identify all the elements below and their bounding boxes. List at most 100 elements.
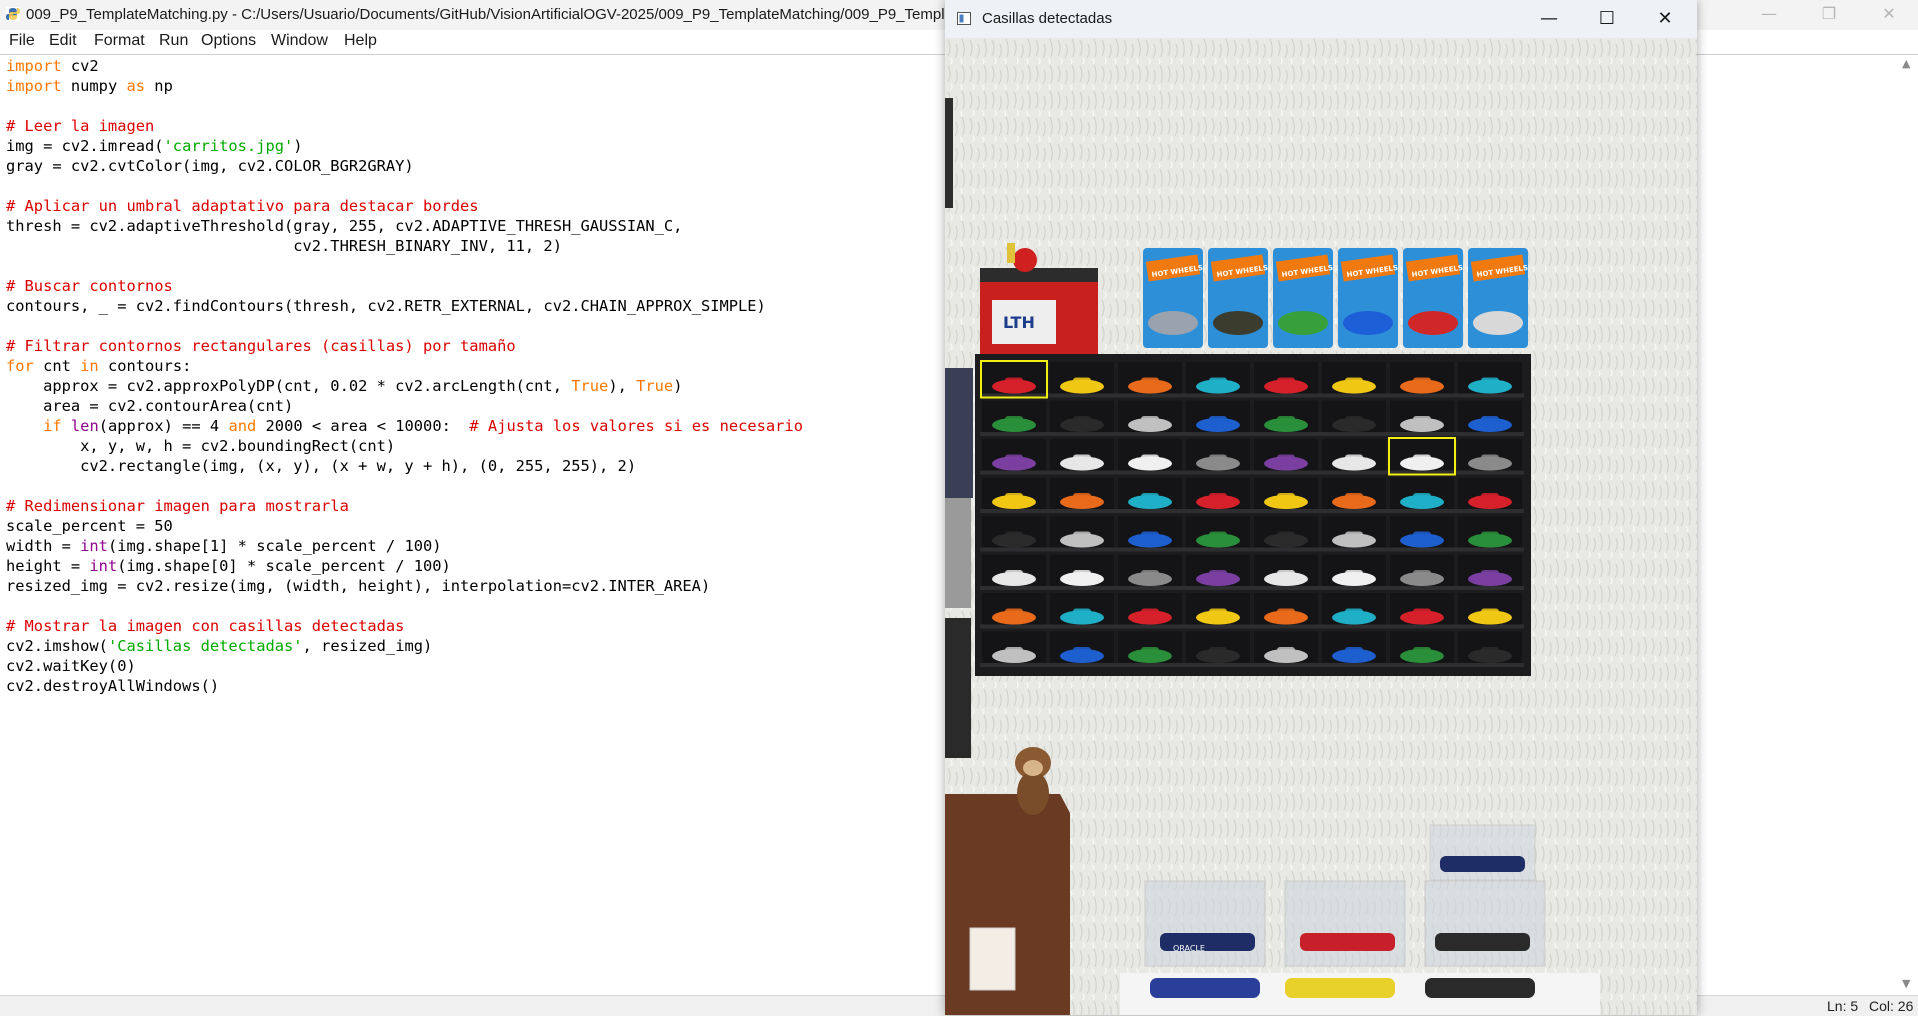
code-line[interactable]: # Buscar contornos (6, 276, 946, 296)
shelf-ledge (1048, 663, 1116, 667)
monkey-plush (1015, 747, 1051, 815)
toy-car-roof (1073, 377, 1091, 384)
hw-pack-car (1213, 311, 1263, 335)
vertical-scrollbar[interactable]: ▲ ▼ (1898, 55, 1918, 995)
toy-car-roof (1277, 377, 1295, 384)
toy-car-roof (1481, 570, 1499, 576)
toy-car-roof (1209, 454, 1227, 461)
cv-close-icon[interactable]: ✕ (1636, 0, 1694, 38)
cv-maximize-icon[interactable]: ☐ (1578, 0, 1636, 38)
code-line[interactable] (6, 96, 946, 116)
code-line[interactable]: approx = cv2.approxPolyDP(cnt, 0.02 * cv… (6, 376, 946, 396)
code-line[interactable]: # Aplicar un umbral adaptativo para dest… (6, 196, 946, 216)
code-line[interactable]: # Filtrar contornos rectangulares (casil… (6, 336, 946, 356)
code-line[interactable]: # Mostrar la imagen con casillas detecta… (6, 616, 946, 636)
code-line[interactable]: scale_percent = 50 (6, 516, 946, 536)
code-token: 2000 < area < 10000: (256, 417, 470, 435)
code-token: x, y, w, h = cv2.boundingRect(cnt) (6, 437, 396, 455)
shelf-ledge (1456, 470, 1524, 475)
toy-car-roof (1277, 608, 1295, 615)
cv-minimize-icon[interactable]: — (1520, 0, 1578, 38)
code-line[interactable]: width = int(img.shape[1] * scale_percent… (6, 536, 946, 556)
code-token: 'carritos.jpg' (163, 137, 294, 155)
menu-help[interactable]: Help (344, 32, 377, 50)
shelf-ledge (1320, 470, 1388, 475)
code-line[interactable] (6, 596, 946, 616)
code-token: int (89, 557, 118, 575)
shelf-ledge (1456, 509, 1524, 513)
menu-file[interactable]: File (9, 32, 35, 50)
code-line[interactable] (6, 176, 946, 196)
code-line[interactable]: import cv2 (6, 56, 946, 76)
menu-edit[interactable]: Edit (49, 32, 77, 50)
toy-car-roof (1481, 647, 1499, 653)
hw-pack-car (1148, 311, 1198, 335)
code-token: (img.shape[0] * scale_percent / 100) (117, 557, 451, 575)
toy-car-roof (1005, 377, 1023, 384)
code-token: contours: (98, 357, 192, 375)
code-token: and (228, 417, 257, 435)
code-line[interactable]: for cnt in contours: (6, 356, 946, 376)
code-line[interactable]: cv2.waitKey(0) (6, 656, 946, 676)
menu-format[interactable]: Format (94, 32, 145, 50)
window-app-icon (957, 12, 971, 25)
code-line[interactable]: height = int(img.shape[0] * scale_percen… (6, 556, 946, 576)
code-editor[interactable]: import cv2 import numpy as np # Leer la i… (6, 56, 946, 996)
shelf-ledge (980, 547, 1048, 552)
code-line[interactable]: # Leer la imagen (6, 116, 946, 136)
shelf-ledge (1048, 470, 1116, 475)
code-line[interactable]: area = cv2.contourArea(cnt) (6, 396, 946, 416)
menu-window[interactable]: Window (271, 32, 328, 50)
code-line[interactable] (6, 256, 946, 276)
code-line[interactable]: thresh = cv2.adaptiveThreshold(gray, 255… (6, 216, 946, 236)
menu-options[interactable]: Options (201, 32, 256, 50)
code-line[interactable]: img = cv2.imread('carritos.jpg') (6, 136, 946, 156)
status-column: Col: 26 (1869, 998, 1914, 1014)
shelf-ledge (1252, 663, 1320, 667)
toy-car-roof (1345, 531, 1363, 538)
code-line[interactable]: resized_img = cv2.resize(img, (width, he… (6, 576, 946, 596)
code-token: , resized_img) (302, 637, 433, 655)
cv-titlebar[interactable]: Casillas detectadas — ☐ ✕ (945, 0, 1697, 38)
code-line[interactable]: x, y, w, h = cv2.boundingRect(cnt) (6, 436, 946, 456)
scroll-down-icon[interactable]: ▼ (1902, 977, 1910, 990)
shelf-ledge (1048, 393, 1116, 398)
scroll-up-icon[interactable]: ▲ (1902, 57, 1910, 70)
code-token: contours, _ = cv2.findContours(thresh, c… (6, 297, 766, 315)
code-line[interactable] (6, 316, 946, 336)
code-token: cv2 (61, 57, 99, 75)
close-icon[interactable]: ✕ (1860, 0, 1918, 30)
code-line[interactable] (6, 476, 946, 496)
toy-car-roof (1345, 570, 1363, 576)
restore-icon[interactable]: ❐ (1800, 0, 1858, 30)
menu-run[interactable]: Run (159, 32, 188, 50)
code-line[interactable]: # Redimensionar imagen para mostrarla (6, 496, 946, 516)
code-token: import (6, 77, 62, 95)
toy-car-roof (1413, 531, 1431, 538)
code-token: gray = cv2.cvtColor(img, cv2.COLOR_BGR2G… (6, 157, 414, 175)
code-line[interactable]: cv2.THRESH_BINARY_INV, 11, 2) (6, 236, 946, 256)
shelf-ledge (1456, 663, 1524, 667)
code-line[interactable]: import numpy as np (6, 76, 946, 96)
toy-car-roof (1345, 377, 1363, 384)
code-token: # Leer la imagen (6, 117, 155, 135)
shelf-ledge (1116, 663, 1184, 667)
code-line[interactable]: cv2.destroyAllWindows() (6, 676, 946, 696)
shelf-ledge (1048, 432, 1116, 436)
shelf-ledge (1388, 586, 1456, 590)
shelf-ledge (1320, 432, 1388, 436)
code-line[interactable]: cv2.rectangle(img, (x, y), (x + w, y + h… (6, 456, 946, 476)
toy-car-roof (1413, 454, 1431, 461)
opencv-window[interactable]: Casillas detectadas — ☐ ✕ LTH HOT WHEELS… (945, 0, 1697, 1015)
code-line[interactable]: gray = cv2.cvtColor(img, cv2.COLOR_BGR2G… (6, 156, 946, 176)
toy-car-roof (1005, 416, 1023, 422)
toy-car-roof (1005, 493, 1023, 499)
code-line[interactable]: if len(approx) == 4 and 2000 < area < 10… (6, 416, 946, 436)
shelf-ledge (1320, 509, 1388, 513)
code-line[interactable]: cv2.imshow('Casillas detectadas', resize… (6, 636, 946, 656)
code-token: 'Casillas detectadas' (107, 637, 303, 655)
code-token: # Ajusta los valores si es necesario (469, 417, 803, 435)
minimize-icon[interactable]: — (1740, 0, 1798, 30)
code-line[interactable]: contours, _ = cv2.findContours(thresh, c… (6, 296, 946, 316)
hw-pack-car (1343, 311, 1393, 335)
